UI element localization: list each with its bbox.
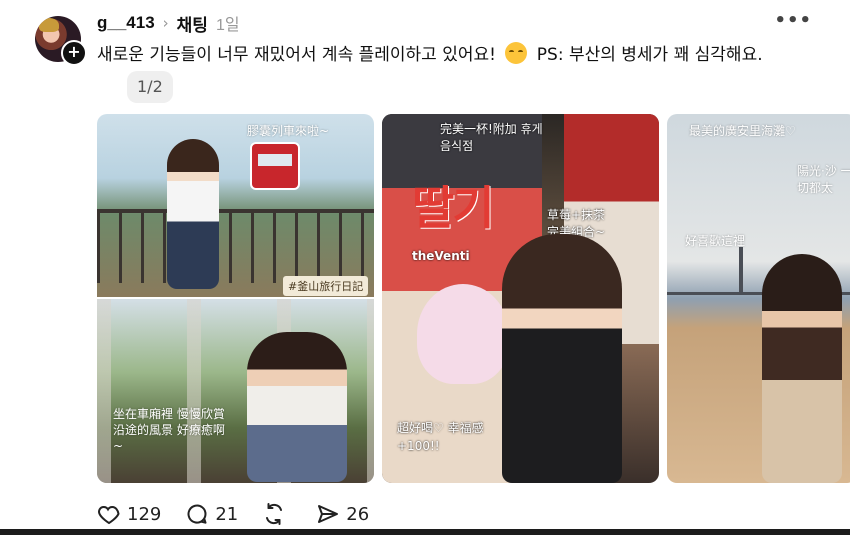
poster-face xyxy=(417,284,509,384)
photo-hashtag: #釜山旅行日記 xyxy=(283,276,369,296)
follow-plus-icon[interactable]: + xyxy=(61,40,87,66)
carousel-image-2[interactable]: 딸기 完美一杯!附加 휴게음식점 theVenti 草莓+抹茶 完美組合~ 超好… xyxy=(382,114,659,483)
person-figure xyxy=(502,234,622,483)
like-button[interactable]: 129 xyxy=(97,502,161,526)
topic-tag[interactable]: 채팅 xyxy=(177,11,208,36)
smiling-emoji-icon xyxy=(505,42,528,64)
post-time: 1일 xyxy=(215,17,240,34)
carousel-image-3[interactable]: 最美的廣安里海灘♡ 陽光·沙 一切都太 好喜歡這裡 xyxy=(667,114,850,483)
photo-side-note: 陽光·沙 一切都太 xyxy=(797,164,850,195)
comment-icon xyxy=(187,504,207,524)
page-indicator: 1/2 xyxy=(127,71,173,103)
photo-caption-top: 最美的廣安里海灘♡ xyxy=(689,124,796,138)
photo-caption-bottom: 超好喝♡ 幸福感+100!! xyxy=(397,421,484,453)
username[interactable]: g__413 xyxy=(97,13,155,33)
share-count: 26 xyxy=(346,503,370,525)
cable-car xyxy=(250,142,300,190)
send-icon xyxy=(318,505,339,523)
sign-text: 딸기 xyxy=(412,181,495,235)
post-header: g__413 › 채팅 1일 xyxy=(97,10,240,36)
photo-caption-top: 膠囊列車來啦~ xyxy=(247,124,330,138)
person-figure xyxy=(762,254,842,483)
person-figure xyxy=(247,332,347,482)
share-button[interactable]: 26 xyxy=(316,502,369,526)
comment-button[interactable]: 21 xyxy=(185,502,238,526)
chevron-right-icon: › xyxy=(162,14,169,32)
repost-button[interactable] xyxy=(262,502,292,526)
post-text: 새로운 기능들이 너무 재밌어서 계속 플레이하고 있어요! PS: 부산의 병… xyxy=(97,40,817,70)
comment-count: 21 xyxy=(215,503,239,525)
bottom-bar xyxy=(0,529,850,535)
post-text-body: 새로운 기능들이 너무 재밌어서 계속 플레이하고 있어요! xyxy=(97,45,496,65)
person-figure xyxy=(167,139,219,289)
avatar[interactable]: + xyxy=(35,16,87,66)
post-text-ps: PS: 부산의 병세가 꽤 심각해요. xyxy=(536,45,763,65)
photo-caption-mid: 好喜歡這裡 xyxy=(685,234,746,248)
action-bar: 129 21 26 xyxy=(97,501,369,527)
brand-logo: theVenti xyxy=(412,249,470,263)
image-carousel[interactable]: 膠囊列車來啦~ #釜山旅行日記 坐在車廂裡 慢慢欣賞沿途的風景 好療癒啊~ 딸기… xyxy=(97,114,850,484)
photo-caption-bottom: 坐在車廂裡 慢慢欣賞沿途的風景 好療癒啊~ xyxy=(113,407,225,453)
repost-icon xyxy=(266,503,283,525)
photo-caption-top: 完美一杯!附加 휴게음식점 xyxy=(440,122,543,153)
heart-icon xyxy=(98,505,120,525)
like-count: 129 xyxy=(127,503,162,525)
carousel-image-1[interactable]: 膠囊列車來啦~ #釜山旅行日記 坐在車廂裡 慢慢欣賞沿途的風景 好療癒啊~ xyxy=(97,114,374,483)
more-icon[interactable]: ••• xyxy=(774,10,812,31)
